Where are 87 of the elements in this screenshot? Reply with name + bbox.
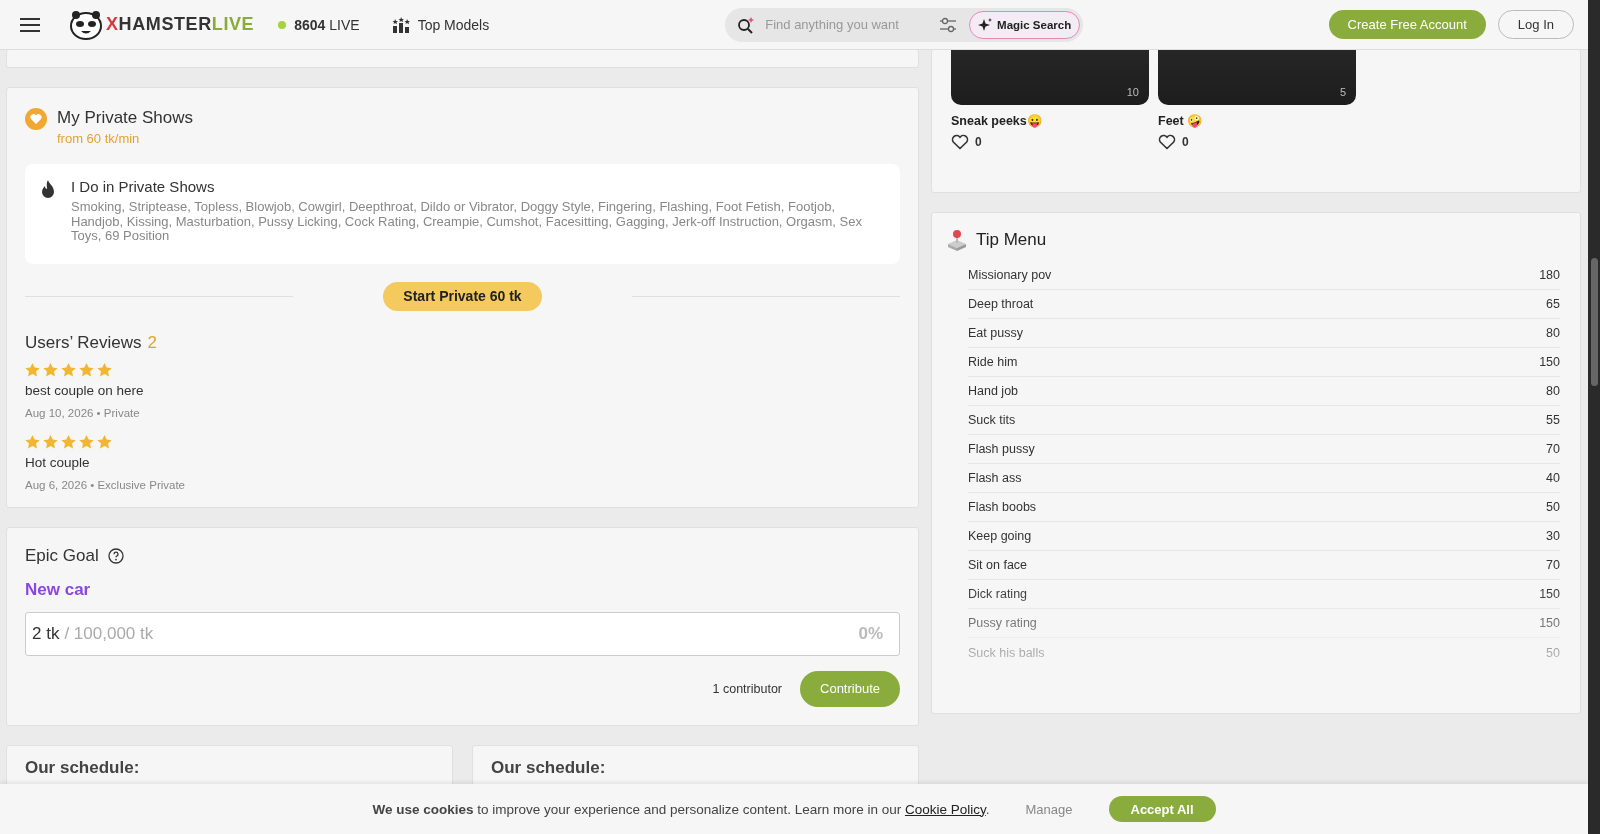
tip-name: Flash pussy (968, 442, 1035, 456)
review-meta: Aug 6, 2026 • Exclusive Private (25, 478, 186, 491)
album-title: Feet 🤪 (1158, 113, 1205, 128)
tip-price: 40 (1546, 471, 1560, 485)
tip-name: Flash boobs (968, 500, 1037, 514)
tip-name: Dick rating (968, 587, 1028, 601)
tip-price: 55 (1546, 413, 1560, 427)
tip-name: Eat pussy (968, 326, 1023, 340)
magic-search-button[interactable]: Magic Search (969, 10, 1081, 39)
tip-price: 150 (1539, 587, 1560, 601)
help-icon[interactable] (107, 547, 124, 564)
schedule-title: Our schedule: (491, 757, 607, 778)
tip-price: 80 (1546, 326, 1560, 340)
video-thumbnail[interactable]: 10 (951, 50, 1149, 105)
tip-price: 70 (1546, 442, 1560, 456)
review-text: Hot couple (25, 454, 91, 470)
joystick-icon (946, 229, 968, 251)
media-count: 10 (1126, 86, 1139, 98)
tip-name: Missionary pov (968, 268, 1052, 282)
heart-icon[interactable] (951, 134, 969, 150)
tip-price: 150 (1539, 616, 1560, 630)
tip-name: Keep going (968, 529, 1032, 543)
star-icon (43, 362, 58, 377)
scrollbar-thumb[interactable] (1590, 258, 1598, 386)
tip-name: Hand job (968, 384, 1019, 398)
tip-name: Pussy rating (968, 616, 1037, 630)
tip-price: 80 (1546, 384, 1560, 398)
heart-icon[interactable] (1158, 134, 1176, 150)
live-count-link[interactable]: 8604 LIVE (278, 16, 360, 33)
album-title: Sneak peeks😛 (951, 113, 1044, 128)
star-icon (79, 434, 94, 449)
schedule-title: Our schedule: (25, 757, 141, 778)
tip-price: 180 (1539, 268, 1560, 282)
tip-price: 50 (1546, 500, 1560, 514)
login-button[interactable]: Log In (1497, 10, 1574, 39)
logo-link[interactable]: XHAMSTERLIVE (70, 9, 255, 40)
sparkle-icon (978, 17, 993, 32)
tip-price: 50 (1546, 645, 1560, 660)
current-amount: 2 tk (32, 623, 60, 644)
search-field[interactable]: Find anything you want Magic Search (725, 7, 1084, 42)
star-icon (61, 362, 76, 377)
like-count: 0 (1182, 135, 1189, 149)
cookie-policy-link[interactable]: Cookie Policy (904, 801, 986, 817)
review-meta: Aug 10, 2026 • Private (25, 406, 141, 419)
video-thumbnail[interactable]: 5 (1158, 50, 1356, 105)
star-icon (79, 362, 94, 377)
tip-name: Sit on face (968, 558, 1028, 572)
tip-name: Flash ass (968, 471, 1022, 485)
tip-name: Suck his balls (968, 645, 1045, 660)
section-title: Epic Goal (25, 545, 99, 566)
search-icon (737, 15, 756, 34)
top-models-link[interactable]: Top Models (391, 16, 490, 33)
media-count: 5 (1339, 86, 1346, 98)
tip-name: Deep throat (968, 297, 1034, 311)
section-title: Tip Menu (976, 230, 1047, 250)
menu-icon[interactable] (20, 16, 40, 33)
star-icon (25, 362, 40, 377)
tip-price: 30 (1546, 529, 1560, 543)
price-text: from 60 tk/min (57, 131, 141, 146)
tip-price: 65 (1546, 297, 1560, 311)
contributor-count: 1 contributor (712, 681, 782, 696)
review-count: 2 (147, 332, 157, 353)
goal-name: New car (25, 579, 92, 600)
target-amount: / 100,000 tk (64, 623, 154, 644)
tip-name: Ride him (968, 355, 1018, 369)
tip-name: Suck tits (968, 413, 1016, 427)
flame-icon (41, 180, 55, 198)
podium-icon (391, 16, 410, 33)
review-text: best couple on here (25, 382, 145, 398)
star-icon (43, 434, 58, 449)
panel-title: I Do in Private Shows (71, 178, 216, 195)
start-private-button[interactable]: Start Private 60 tk (383, 281, 542, 311)
tip-price: 150 (1539, 355, 1560, 369)
star-icon (61, 434, 76, 449)
like-count: 0 (975, 135, 982, 149)
filter-icon[interactable] (939, 16, 958, 33)
star-icon (25, 434, 40, 449)
star-icon (97, 362, 112, 377)
scrollbar[interactable] (1588, 0, 1600, 834)
activity-list: Smoking, Striptease, Topless, Blowjob, Cowgirl, Deepthroat, Dildo or Vibrator, Doggy Style, Fingering, Flashing, Foot Fetish, Footjob, Handjob, Kissing, Masturbation, Pussy Licking, Cock Rating, Creampie, Cumshot, Facesitting, Gagging, Jerk-off Instruction, Orgasm, Sex Toys, 69 Position (71, 200, 880, 244)
star-icon (97, 434, 112, 449)
section-title: My Private Shows (57, 108, 194, 128)
percent-text: 0% (858, 623, 883, 644)
tip-price: 70 (1546, 558, 1560, 572)
heart-badge-icon (25, 108, 47, 130)
cookie-notice: We use cookies to improve your experience and personalize content. Learn more in our Cookie Policy. (372, 801, 990, 817)
section-title: Users’ Reviews (25, 332, 142, 353)
